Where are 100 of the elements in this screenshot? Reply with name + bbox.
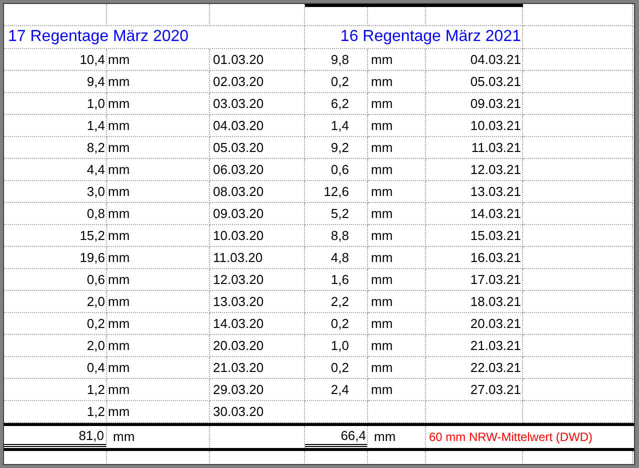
table-cell: mm: [368, 357, 426, 379]
table-cell: 0,6: [305, 159, 368, 181]
table-cell: 20.03.21: [426, 313, 523, 335]
table-cell: mm: [107, 426, 210, 448]
table-cell: 11.03.21: [426, 137, 523, 159]
table-cell: mm: [368, 291, 426, 313]
table-cell: 15.03.21: [426, 225, 523, 247]
table-cell: 0,8: [4, 203, 107, 225]
table-cell: 16.03.21: [426, 247, 523, 269]
table-cell: mm: [107, 159, 210, 181]
table-cell: mm: [368, 159, 426, 181]
table-cell: 11.03.20: [210, 247, 305, 269]
table-cell: 1,0: [4, 93, 107, 115]
table-cell: 30.03.20: [210, 401, 305, 423]
table-cell: mm: [107, 357, 210, 379]
table-cell: mm: [107, 269, 210, 291]
table-cell: 2,4: [305, 379, 368, 401]
table-cell: mm: [107, 247, 210, 269]
table-cell: 10.03.20: [210, 225, 305, 247]
table-cell: mm: [107, 203, 210, 225]
table-heading: 17 Regentage März 2020: [4, 26, 305, 49]
table-cell: mm: [368, 335, 426, 357]
table-cell: 01.03.20: [210, 49, 305, 71]
table-cell: 1,2: [4, 401, 107, 423]
table-cell: 0,2: [4, 313, 107, 335]
table-cell: [368, 4, 426, 26]
table-cell: 02.03.20: [210, 71, 305, 93]
table-cell: 4,8: [305, 247, 368, 269]
table-cell: mm: [107, 137, 210, 159]
table-cell: 12.03.20: [210, 269, 305, 291]
table-cell: 0,4: [4, 357, 107, 379]
table-cell: [305, 4, 368, 26]
table-cell: [368, 401, 426, 423]
table-cell: mm: [368, 269, 426, 291]
table-cell: 5,2: [305, 203, 368, 225]
table-cell: 1,0: [305, 335, 368, 357]
table-cell: mm: [368, 247, 426, 269]
table-cell: mm: [368, 313, 426, 335]
table-cell: mm: [368, 379, 426, 401]
table-cell: 04.03.21: [426, 49, 523, 71]
note-text: 60 mm NRW-Mittelwert (DWD): [429, 428, 593, 446]
table-cell: 12,6: [305, 181, 368, 203]
table-heading: 16 Regentage März 2021: [305, 26, 523, 49]
table-cell: 8,8: [305, 225, 368, 247]
table-cell: 15,2: [4, 225, 107, 247]
table-cell: 1,4: [4, 115, 107, 137]
table-cell: 0,2: [305, 357, 368, 379]
table-cell: mm: [107, 313, 210, 335]
table-cell: mm: [107, 181, 210, 203]
table-cell: 21.03.21: [426, 335, 523, 357]
table-cell: mm: [107, 379, 210, 401]
table-cell: mm: [368, 49, 426, 71]
table-cell: 1,4: [305, 115, 368, 137]
table-cell: 1,6: [305, 269, 368, 291]
table-cell: mm: [368, 93, 426, 115]
table-cell: [305, 401, 368, 423]
table-cell: mm: [107, 401, 210, 423]
table-cell: mm: [368, 225, 426, 247]
table-cell: 03.03.20: [210, 93, 305, 115]
table-cell: 05.03.21: [426, 71, 523, 93]
table-cell: 2,0: [4, 291, 107, 313]
table-cell: mm: [107, 335, 210, 357]
table-cell: 4,4: [4, 159, 107, 181]
table-cell: 04.03.20: [210, 115, 305, 137]
table-cell: mm: [107, 71, 210, 93]
table-cell: 2,2: [305, 291, 368, 313]
table-cell: 2,0: [4, 335, 107, 357]
table-cell: 9,2: [305, 137, 368, 159]
table-cell: 9,8: [305, 49, 368, 71]
table-cell: 10,4: [4, 49, 107, 71]
table-cell: 10.03.21: [426, 115, 523, 137]
table-cell: 17.03.21: [426, 269, 523, 291]
table-cell: mm: [107, 93, 210, 115]
table-cell: 13.03.20: [210, 291, 305, 313]
table-cell: mm: [368, 181, 426, 203]
table-cell: 0,6: [4, 269, 107, 291]
table-cell: 1,2: [4, 379, 107, 401]
table-cell: 14.03.21: [426, 203, 523, 225]
table-cell: 20.03.20: [210, 335, 305, 357]
table-cell: 0,2: [305, 71, 368, 93]
table-cell: 06.03.20: [210, 159, 305, 181]
table-cell: 05.03.20: [210, 137, 305, 159]
table-cell: mm: [107, 49, 210, 71]
table-cell: mm: [368, 203, 426, 225]
table-cell: mm: [368, 426, 426, 448]
table-cell: 13.03.21: [426, 181, 523, 203]
table-cell: mm: [368, 71, 426, 93]
table-cell: mm: [107, 291, 210, 313]
table-cell: mm: [368, 115, 426, 137]
total-value: 66,4: [305, 426, 367, 446]
table-cell: 09.03.21: [426, 93, 523, 115]
table-cell: 18.03.21: [426, 291, 523, 313]
table-cell: 22.03.21: [426, 357, 523, 379]
table-cell: 12.03.21: [426, 159, 523, 181]
table-cell: 3,0: [4, 181, 107, 203]
table-cell: 6,2: [305, 93, 368, 115]
table-cell: mm: [107, 115, 210, 137]
table-cell: 27.03.21: [426, 379, 523, 401]
table-cell: 08.03.20: [210, 181, 305, 203]
table-cell: mm: [107, 225, 210, 247]
